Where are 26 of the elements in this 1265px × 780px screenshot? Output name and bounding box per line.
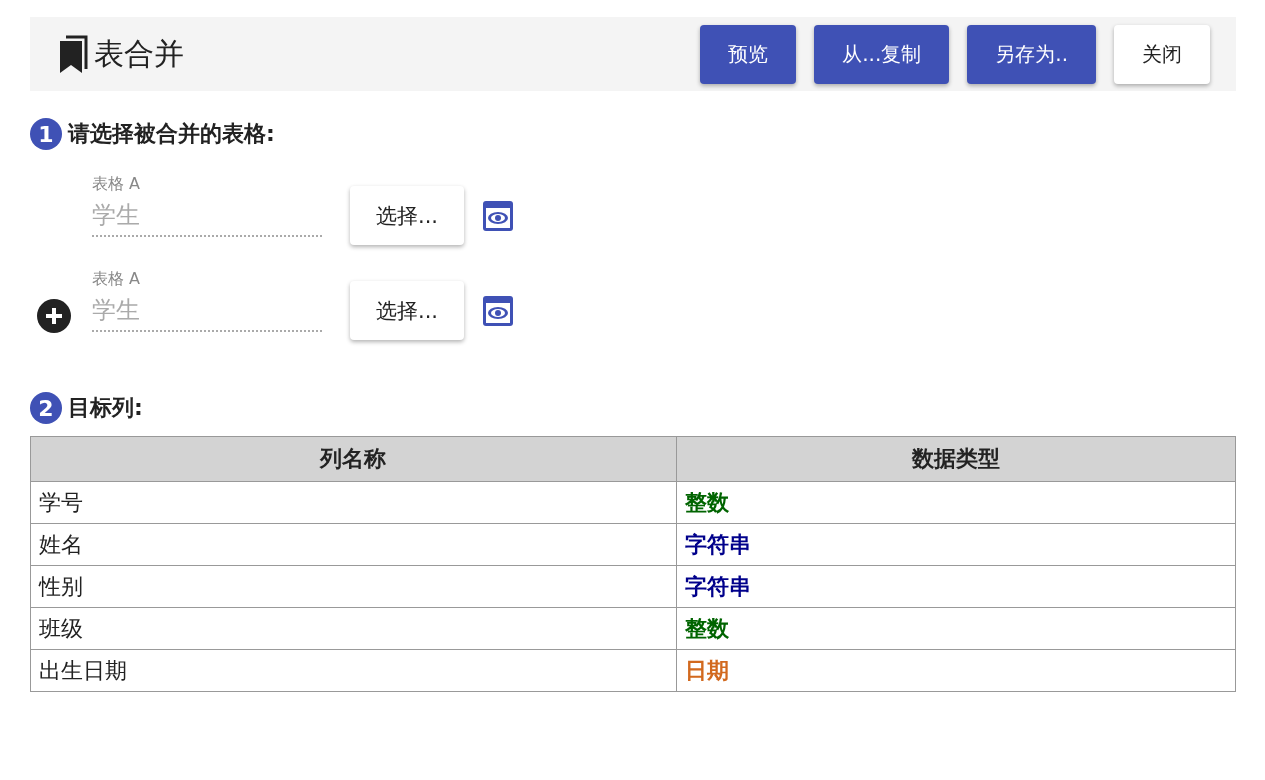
- field-label: 表格 A: [92, 269, 142, 290]
- step-title: 请选择被合并的表格:: [68, 120, 275, 148]
- action-button[interactable]: 关闭: [1114, 24, 1210, 84]
- preview-button[interactable]: [482, 294, 515, 327]
- page-title: 表合并: [94, 34, 184, 73]
- table-cell: 字符串: [676, 523, 1236, 566]
- action-button[interactable]: 另存为..: [967, 24, 1096, 84]
- action-button[interactable]: 预览: [700, 24, 797, 84]
- table-cell: 性别: [30, 565, 677, 608]
- step-number: 2: [30, 392, 62, 424]
- step-title: 目标列:: [68, 394, 143, 422]
- column-header: 数据类型: [676, 436, 1236, 482]
- eye-icon: [482, 294, 515, 327]
- table-cell: 日期: [676, 649, 1236, 692]
- step-number: 1: [30, 118, 62, 150]
- table-cell: 姓名: [30, 523, 677, 566]
- table-cell: 字符串: [676, 565, 1236, 608]
- eye-icon: [482, 199, 515, 232]
- field-label: 表格 A: [92, 174, 142, 195]
- table-cell: 学号: [30, 481, 677, 524]
- table-cell: 班级: [30, 607, 677, 650]
- table-cell: 整数: [676, 481, 1236, 524]
- table-cell: 出生日期: [30, 649, 677, 692]
- column-header: 列名称: [30, 436, 677, 482]
- table-cell: 整数: [676, 607, 1236, 650]
- action-button[interactable]: 从...复制: [814, 24, 950, 84]
